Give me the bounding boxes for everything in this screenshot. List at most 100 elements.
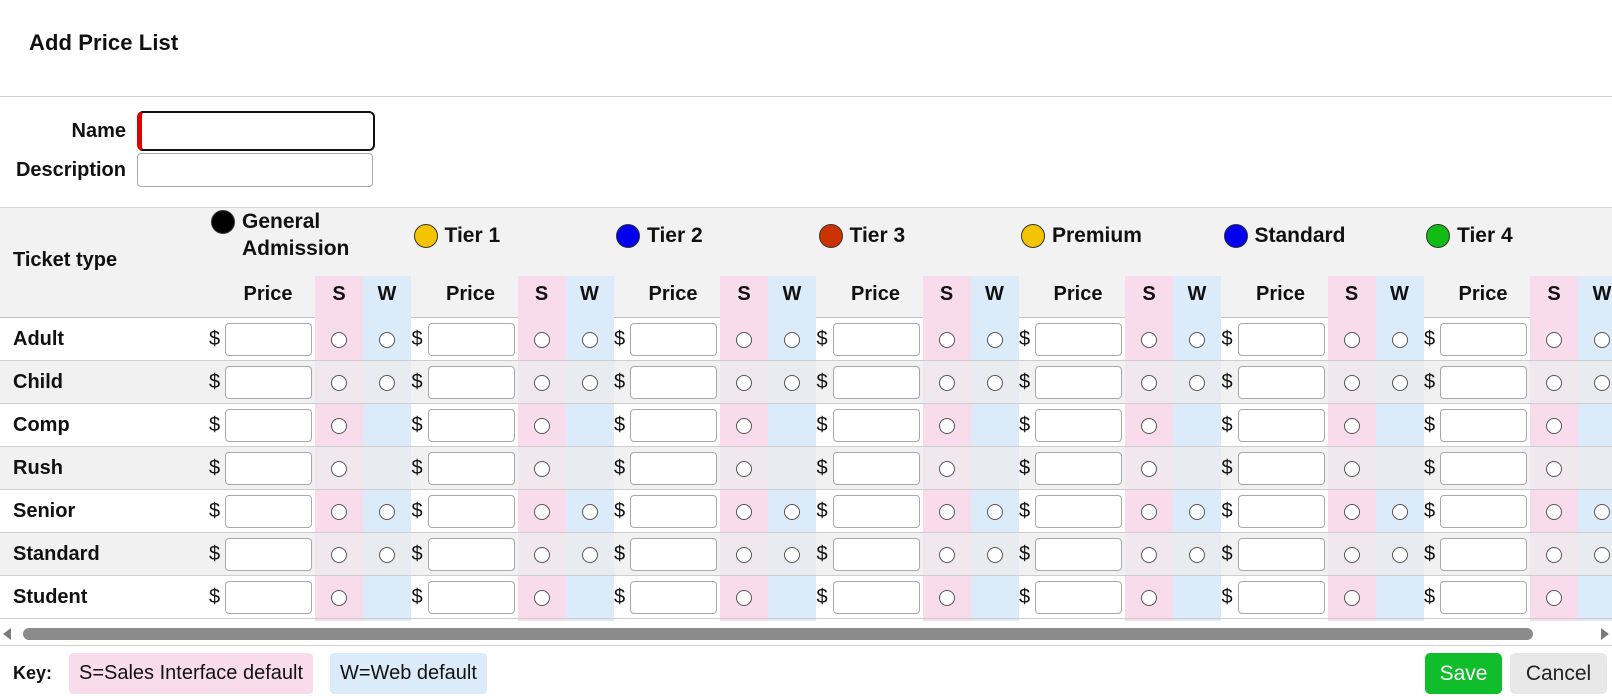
price-input[interactable] — [630, 495, 717, 528]
web-default-radio[interactable] — [986, 375, 1003, 391]
sales-default-radio[interactable] — [736, 504, 752, 520]
price-input[interactable] — [1440, 409, 1527, 442]
sales-default-radio[interactable] — [736, 332, 752, 348]
price-input[interactable] — [427, 495, 515, 528]
price-input[interactable] — [1440, 323, 1527, 356]
sales-default-radio[interactable] — [736, 461, 752, 477]
sales-default-radio[interactable] — [331, 504, 347, 520]
web-default-radio[interactable] — [784, 332, 800, 348]
scroll-thumb[interactable] — [23, 628, 1533, 640]
price-input[interactable] — [1035, 538, 1122, 571]
web-default-radio[interactable] — [1594, 547, 1610, 563]
sales-default-radio[interactable] — [1546, 418, 1562, 434]
price-input[interactable] — [1440, 581, 1527, 614]
sales-default-radio[interactable] — [736, 418, 752, 434]
web-default-radio[interactable] — [1391, 375, 1408, 391]
price-input[interactable] — [225, 495, 312, 528]
sales-default-radio[interactable] — [331, 461, 347, 477]
web-default-radio[interactable] — [784, 547, 800, 563]
price-input[interactable] — [1035, 581, 1122, 614]
web-default-radio[interactable] — [784, 504, 800, 520]
price-input[interactable] — [832, 409, 920, 442]
price-input[interactable] — [225, 366, 312, 399]
sales-default-radio[interactable] — [1141, 418, 1157, 434]
sales-default-radio[interactable] — [1141, 504, 1157, 520]
price-input[interactable] — [1440, 452, 1527, 485]
web-default-radio[interactable] — [1391, 332, 1408, 348]
sales-default-radio[interactable] — [938, 590, 955, 606]
price-input[interactable] — [1237, 495, 1325, 528]
price-input[interactable] — [1440, 538, 1527, 571]
price-input[interactable] — [630, 409, 717, 442]
sales-default-radio[interactable] — [331, 547, 347, 563]
price-input[interactable] — [1237, 581, 1325, 614]
web-default-radio[interactable] — [986, 547, 1003, 563]
sales-default-radio[interactable] — [533, 504, 550, 520]
sales-default-radio[interactable] — [1141, 461, 1157, 477]
web-default-radio[interactable] — [581, 375, 598, 391]
sales-default-radio[interactable] — [938, 461, 955, 477]
web-default-radio[interactable] — [1594, 332, 1610, 348]
price-input[interactable] — [225, 452, 312, 485]
sales-default-radio[interactable] — [736, 375, 752, 391]
web-default-radio[interactable] — [1391, 547, 1408, 563]
price-input[interactable] — [427, 409, 515, 442]
price-input[interactable] — [1035, 495, 1122, 528]
web-default-radio[interactable] — [379, 375, 395, 391]
sales-default-radio[interactable] — [1546, 504, 1562, 520]
price-input[interactable] — [630, 366, 717, 399]
sales-default-radio[interactable] — [1546, 590, 1562, 606]
web-default-radio[interactable] — [379, 332, 395, 348]
sales-default-radio[interactable] — [736, 590, 752, 606]
description-input[interactable] — [137, 153, 373, 187]
price-input[interactable] — [225, 538, 312, 571]
sales-default-radio[interactable] — [938, 547, 955, 563]
web-default-radio[interactable] — [1189, 547, 1205, 563]
sales-default-radio[interactable] — [1343, 461, 1360, 477]
price-input[interactable] — [1440, 495, 1527, 528]
sales-default-radio[interactable] — [1141, 375, 1157, 391]
sales-default-radio[interactable] — [533, 418, 550, 434]
scroll-left-icon[interactable] — [3, 628, 11, 640]
price-input[interactable] — [1035, 452, 1122, 485]
scroll-right-icon[interactable] — [1601, 628, 1609, 640]
price-input[interactable] — [832, 366, 920, 399]
web-default-radio[interactable] — [1594, 375, 1610, 391]
sales-default-radio[interactable] — [938, 375, 955, 391]
price-input[interactable] — [1237, 538, 1325, 571]
sales-default-radio[interactable] — [331, 375, 347, 391]
save-button[interactable]: Save — [1425, 653, 1502, 694]
name-input[interactable] — [137, 111, 375, 151]
sales-default-radio[interactable] — [533, 332, 550, 348]
sales-default-radio[interactable] — [1546, 461, 1562, 477]
price-input[interactable] — [630, 323, 717, 356]
sales-default-radio[interactable] — [1343, 375, 1360, 391]
sales-default-radio[interactable] — [1546, 547, 1562, 563]
sales-default-radio[interactable] — [533, 590, 550, 606]
price-input[interactable] — [832, 452, 920, 485]
price-input[interactable] — [225, 409, 312, 442]
web-default-radio[interactable] — [1189, 332, 1205, 348]
price-input[interactable] — [1035, 409, 1122, 442]
sales-default-radio[interactable] — [1141, 590, 1157, 606]
price-input[interactable] — [225, 323, 312, 356]
sales-default-radio[interactable] — [533, 375, 550, 391]
sales-default-radio[interactable] — [331, 418, 347, 434]
web-default-radio[interactable] — [1391, 504, 1408, 520]
web-default-radio[interactable] — [986, 332, 1003, 348]
web-default-radio[interactable] — [1189, 504, 1205, 520]
price-input[interactable] — [427, 323, 515, 356]
web-default-radio[interactable] — [986, 504, 1003, 520]
sales-default-radio[interactable] — [533, 461, 550, 477]
sales-default-radio[interactable] — [1343, 504, 1360, 520]
price-input[interactable] — [427, 366, 515, 399]
web-default-radio[interactable] — [1189, 375, 1205, 391]
cancel-button[interactable]: Cancel — [1510, 653, 1607, 694]
web-default-radio[interactable] — [379, 504, 395, 520]
sales-default-radio[interactable] — [1343, 590, 1360, 606]
price-input[interactable] — [427, 581, 515, 614]
web-default-radio[interactable] — [379, 547, 395, 563]
price-input[interactable] — [1237, 323, 1325, 356]
price-input[interactable] — [1440, 366, 1527, 399]
sales-default-radio[interactable] — [331, 332, 347, 348]
